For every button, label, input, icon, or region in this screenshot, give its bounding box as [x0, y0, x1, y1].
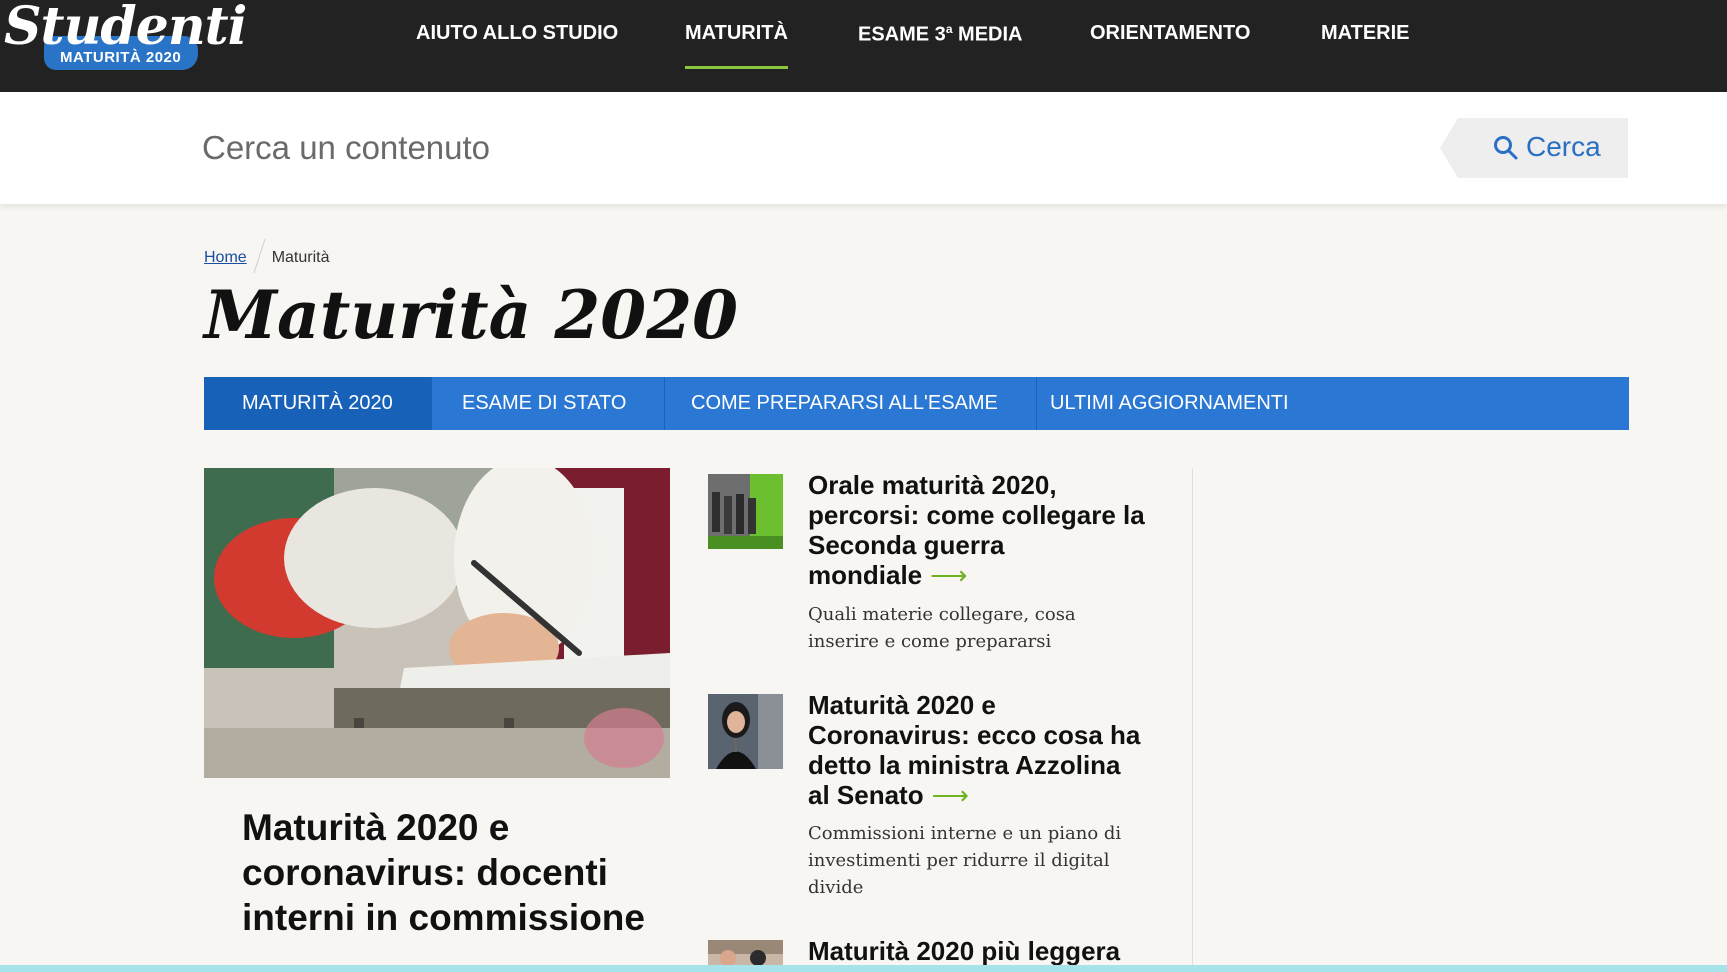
breadcrumb: Home Maturità	[204, 238, 330, 276]
search-band: Cerca	[0, 92, 1727, 204]
tab-esame-di-stato[interactable]: ESAME DI STATO	[424, 377, 666, 430]
article-description: Commissioni interne e un piano di invest…	[808, 823, 1122, 898]
tab-ultimi-aggiornamenti[interactable]: ULTIMI AGGIORNAMENTI	[1012, 377, 1327, 430]
nav-item-aiuto-allo-studio[interactable]: AIUTO ALLO STUDIO	[416, 22, 618, 45]
search-button[interactable]: Cerca	[1440, 118, 1628, 178]
ww2-photo-thumbnail	[708, 474, 783, 549]
breadcrumb-current: Maturità	[271, 249, 330, 267]
minister-photo-thumbnail	[708, 694, 783, 769]
nav-item-orientamento[interactable]: ORIENTAMENTO	[1090, 22, 1250, 45]
nav-item-esame-3-media[interactable]: ESAME 3a MEDIA	[858, 22, 1023, 47]
article-thumbnail[interactable]	[708, 694, 783, 769]
tab-maturita-2020[interactable]: MATURITÀ 2020	[204, 377, 432, 430]
nav-item-materie[interactable]: MATERIE	[1321, 22, 1410, 45]
article-thumbnail[interactable]	[708, 474, 783, 549]
nav-item-maturita[interactable]: MATURITÀ	[685, 22, 788, 69]
section-tabs: MATURITÀ 2020 ESAME DI STATO COME PREPAR…	[204, 377, 1629, 430]
search-input[interactable]	[202, 122, 1402, 174]
search-icon	[1494, 136, 1518, 160]
main-nav: AIUTO ALLO STUDIO MATURITÀ ESAME 3a MEDI…	[0, 0, 1727, 92]
breadcrumb-home-link[interactable]: Home	[204, 249, 247, 266]
tab-come-prepararsi[interactable]: COME PREPARARSI ALL'ESAME	[653, 377, 1037, 430]
arrow-right-icon: ⟶	[931, 780, 969, 810]
logo-subtitle: MATURITÀ 2020	[60, 49, 182, 66]
bottom-strip	[0, 965, 1727, 972]
feature-title[interactable]: Maturità 2020 e coronavirus: docenti int…	[242, 805, 662, 940]
column-divider	[1192, 468, 1193, 972]
article-title[interactable]: Maturità 2020 e Coronavirus: ecco cosa h…	[808, 690, 1148, 810]
exam-students-photo	[204, 468, 670, 778]
search-button-label: Cerca	[1526, 131, 1601, 162]
article-description: Quali materie collegare, cosa inserire e…	[808, 604, 1076, 652]
arrow-right-icon: ⟶	[930, 560, 968, 590]
top-navigation-bar: Studenti MATURITÀ 2020 AIUTO ALLO STUDIO…	[0, 0, 1727, 92]
breadcrumb-separator	[253, 238, 266, 274]
page-title: Maturità 2020	[204, 276, 739, 354]
article-title[interactable]: Orale maturità 2020, percorsi: come coll…	[808, 470, 1148, 590]
feature-image[interactable]	[204, 468, 670, 778]
article-title[interactable]: Maturità 2020 più leggera	[808, 936, 1148, 966]
